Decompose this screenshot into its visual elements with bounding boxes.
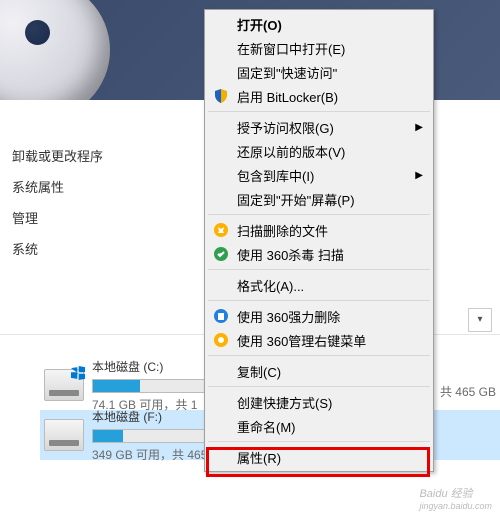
menu-item[interactable]: 使用 360杀毒 扫描 — [207, 242, 431, 266]
menu-item-label: 固定到"开始"屏幕(P) — [237, 190, 355, 209]
menu-item-label: 固定到"快速访问" — [237, 63, 337, 82]
menu-item-label: 扫描删除的文件 — [237, 221, 328, 240]
drive-icon — [44, 419, 84, 451]
chevron-right-icon: ▶ — [415, 170, 423, 181]
menu-item[interactable]: 在新窗口中打开(E) — [207, 36, 431, 60]
menu-separator — [208, 441, 430, 442]
menu-separator — [208, 269, 430, 270]
del-icon — [213, 308, 229, 324]
watermark-sub: jingyan.baidu.com — [419, 501, 492, 511]
menu-item[interactable]: 使用 360管理右键菜单 — [207, 328, 431, 352]
context-menu: 打开(O) 在新窗口中打开(E) 固定到"快速访问" 启用 BitLocker(B) 授… — [204, 9, 434, 472]
menu-item[interactable]: 创建快捷方式(S) — [207, 390, 431, 414]
sidebar-item-manage[interactable]: 管理 — [0, 202, 180, 233]
mgr-icon — [213, 332, 229, 348]
menu-item-label: 启用 BitLocker(B) — [237, 87, 338, 106]
menu-item-label: 在新窗口中打开(E) — [237, 39, 345, 58]
menu-item[interactable]: 格式化(A)... — [207, 273, 431, 297]
menu-separator — [208, 386, 430, 387]
menu-separator — [208, 111, 430, 112]
menu-item-label: 使用 360强力删除 — [237, 307, 340, 326]
menu-item-label: 使用 360管理右键菜单 — [237, 331, 366, 350]
menu-item[interactable]: 包含到库中(I) ▶ — [207, 163, 431, 187]
drive-icon — [44, 369, 84, 401]
menu-item[interactable]: 属性(R) — [207, 445, 431, 469]
menu-item-label: 格式化(A)... — [237, 276, 304, 295]
sidebar: 卸载或更改程序 系统属性 管理 系统 — [0, 140, 180, 264]
menu-item[interactable]: 还原以前的版本(V) — [207, 139, 431, 163]
menu-item-label: 属性(R) — [237, 448, 281, 467]
chevron-right-icon: ▶ — [415, 122, 423, 133]
menu-item-label: 授予访问权限(G) — [237, 118, 334, 137]
menu-separator — [208, 214, 430, 215]
menu-item[interactable]: 固定到"快速访问" — [207, 60, 431, 84]
menu-item-label: 打开(O) — [237, 15, 282, 34]
sidebar-item-uninstall[interactable]: 卸载或更改程序 — [0, 140, 180, 171]
menu-item[interactable]: 固定到"开始"屏幕(P) — [207, 187, 431, 211]
menu-item[interactable]: 扫描删除的文件 — [207, 218, 431, 242]
drive-capacity-bar — [92, 429, 212, 443]
menu-item-label: 还原以前的版本(V) — [237, 142, 345, 161]
menu-item[interactable]: 授予访问权限(G) ▶ — [207, 115, 431, 139]
menu-item[interactable]: 使用 360强力删除 — [207, 304, 431, 328]
watermark: Baidu 经验 jingyan.baidu.com — [419, 485, 492, 511]
menu-item-label: 创建快捷方式(S) — [237, 393, 332, 412]
menu-separator — [208, 300, 430, 301]
watermark-main: Baidu 经验 — [419, 488, 472, 500]
menu-item[interactable]: 打开(O) — [207, 12, 431, 36]
chevron-down-icon[interactable]: ▾ — [468, 308, 492, 332]
drive-capacity-bar — [92, 379, 212, 393]
drive-right-text: 共 465 GB — [440, 383, 496, 406]
recycle-icon — [213, 222, 229, 238]
menu-item-label: 重命名(M) — [237, 417, 296, 436]
sidebar-item-system[interactable]: 系统 — [0, 233, 180, 264]
menu-item-label: 使用 360杀毒 扫描 — [237, 245, 344, 264]
menu-item-label: 复制(C) — [237, 362, 281, 381]
menu-item-label: 包含到库中(I) — [237, 166, 314, 185]
menu-item[interactable]: 重命名(M) — [207, 414, 431, 438]
shield-icon — [213, 88, 229, 104]
menu-separator — [208, 355, 430, 356]
menu-item[interactable]: 启用 BitLocker(B) — [207, 84, 431, 108]
menu-item[interactable]: 复制(C) — [207, 359, 431, 383]
scan-icon — [213, 246, 229, 262]
sidebar-item-system-props[interactable]: 系统属性 — [0, 171, 180, 202]
